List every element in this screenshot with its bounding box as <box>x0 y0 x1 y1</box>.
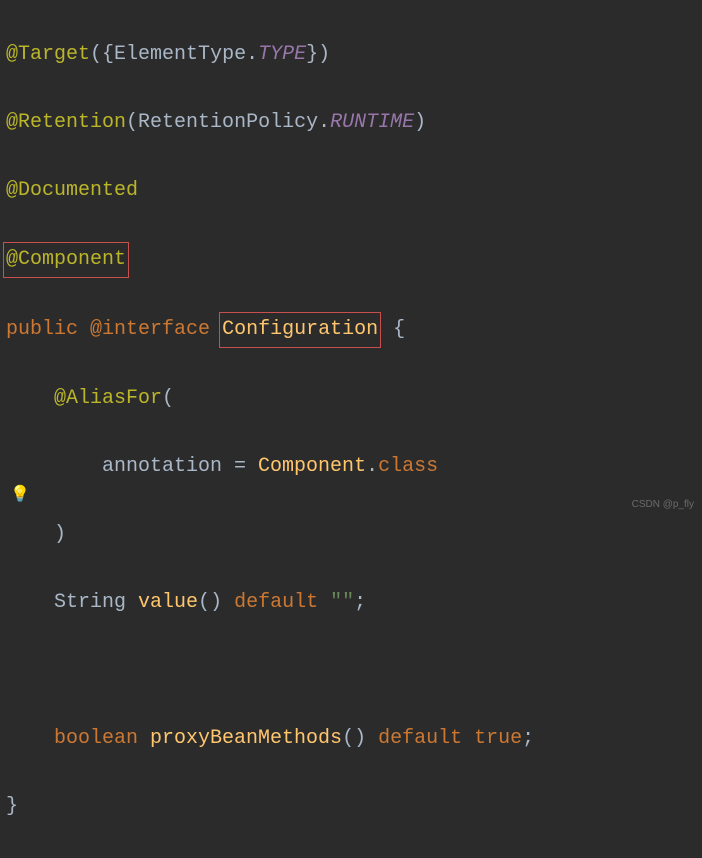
line-aliasfor: @AliasFor( <box>6 382 696 416</box>
annotation-component: @Component <box>6 248 126 271</box>
highlight-box-configuration: Configuration <box>219 312 381 348</box>
lightbulb-icon[interactable]: 💡 <box>10 482 30 509</box>
line-target: @Target({ElementType.TYPE}) <box>6 38 696 72</box>
line-value: String value() default ""; <box>6 586 696 620</box>
highlight-box-component: @Component <box>3 242 129 278</box>
line-blank <box>6 654 696 688</box>
class-configuration: Configuration <box>222 318 378 341</box>
annotation-aliasfor: @AliasFor <box>54 387 162 410</box>
line-aliasfor-close: ) <box>6 518 696 552</box>
annotation-target: @Target <box>6 43 90 66</box>
line-proxy: boolean proxyBeanMethods() default true; <box>6 722 696 756</box>
line-retention: @Retention(RetentionPolicy.RUNTIME) <box>6 106 696 140</box>
line-documented: @Documented <box>6 174 696 208</box>
line-component: @Component <box>6 242 696 278</box>
code-block: @Target({ElementType.TYPE}) @Retention(R… <box>6 4 696 858</box>
line-close: } <box>6 790 696 824</box>
annotation-documented: @Documented <box>6 179 138 202</box>
annotation-retention: @Retention <box>6 111 126 134</box>
watermark-text: CSDN @p_fly <box>632 496 694 513</box>
line-decl: public @interface Configuration { <box>6 312 696 348</box>
line-aliasfor-param: annotation = Component.class <box>6 450 696 484</box>
